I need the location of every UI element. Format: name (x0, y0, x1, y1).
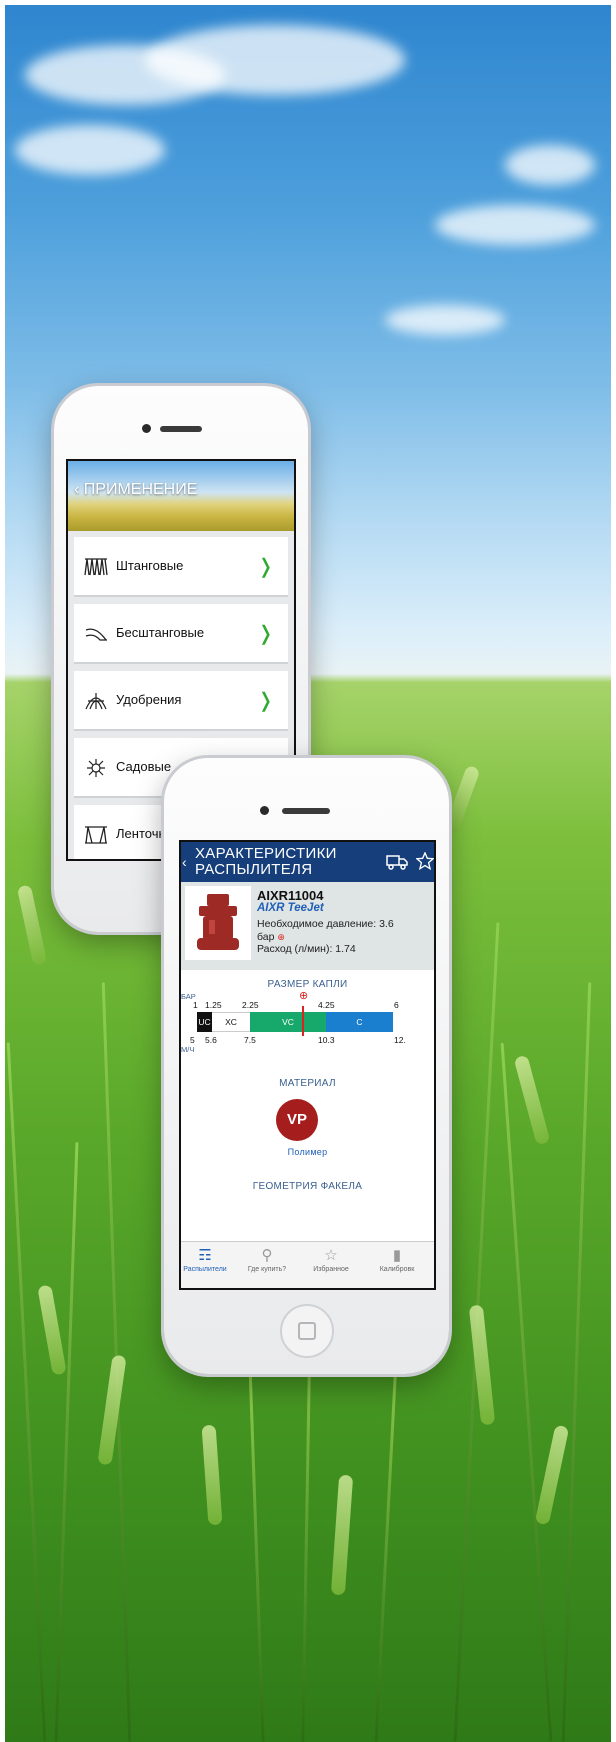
page-title[interactable]: ‹ ПРИМЕНЕНИЕ (74, 481, 197, 499)
list-item-boomless[interactable]: Бесштанговые ❭ (74, 604, 288, 664)
speed-tick: 5.6 (205, 1035, 217, 1045)
list-item-label: Штанговые (116, 558, 184, 573)
title-line-2: РАСПЫЛИТЕЛЯ (195, 861, 313, 878)
nozzle-brand[interactable]: AIXR TeeJet (257, 902, 324, 914)
tab-label: Распылители (183, 1266, 227, 1273)
pressure-tick: 2.25 (242, 1000, 259, 1010)
tab-calibration[interactable]: ▮ Калибровк (367, 1246, 427, 1273)
spray-geometry-title: ГЕОМЕТРИЯ ФАКЕЛА (252, 1181, 363, 1192)
front-phone: ‹ ХАРАКТЕРИСТИКИ РАСПЫЛИТЕЛЯ AIXR11004 A… (164, 758, 449, 1374)
applications-header: ‹ ПРИМЕНЕНИЕ (68, 461, 294, 531)
tab-label: Избранное (313, 1266, 349, 1273)
speed-tick: 12. (394, 1035, 406, 1045)
nozzle-icon: ☶ (198, 1247, 212, 1264)
nozzle-id: AIXR11004 (257, 888, 324, 903)
target-marker-icon: ⊕ (277, 932, 285, 942)
bottom-tab-bar: ☶ Распылители ⚲ Где купить? ☆ Избранное … (181, 1241, 434, 1288)
tab-where-to-buy[interactable]: ⚲ Где купить? (237, 1246, 297, 1273)
product-summary: AIXR11004 AIXR TeeJet Необходимое давлен… (181, 882, 434, 970)
material-name: Полимер (287, 1147, 328, 1157)
nozzle-details-header: ‹ ХАРАКТЕРИСТИКИ РАСПЫЛИТЕЛЯ (181, 842, 434, 882)
chevron-right-icon: ❭ (257, 690, 274, 712)
current-pressure-marker (302, 1006, 304, 1036)
droplet-class-c: C (326, 1012, 393, 1032)
list-item-boom[interactable]: Штанговые ❭ (74, 537, 288, 597)
speed-tick: 7.5 (244, 1035, 256, 1045)
target-marker-icon: ⊕ (299, 990, 309, 1002)
delivery-truck-icon[interactable] (386, 854, 408, 870)
droplet-class-xc: XC (212, 1012, 250, 1032)
speed-tick: 10.3 (318, 1035, 335, 1045)
front-phone-screen: ‹ ХАРАКТЕРИСТИКИ РАСПЫЛИТЕЛЯ AIXR11004 A… (179, 840, 436, 1290)
speed-axis-unit: М/Ч (181, 1045, 195, 1054)
earpiece-speaker (160, 426, 202, 432)
tab-label: Калибровк (379, 1266, 415, 1273)
pressure-unit-row: бар ⊕ (257, 931, 285, 943)
material-badge: VP (276, 1099, 318, 1141)
list-item-label: Бесштанговые (116, 625, 205, 640)
calibration-icon: ▮ (392, 1247, 402, 1264)
boomless-sprayer-icon (85, 628, 107, 641)
header-title-text: ПРИМЕНЕНИЕ (83, 481, 198, 498)
chevron-right-icon: ❭ (257, 623, 274, 645)
droplet-class-uc: UC (197, 1012, 212, 1032)
title-line-1: ХАРАКТЕРИСТИКИ (195, 845, 337, 862)
home-button[interactable] (280, 1304, 334, 1358)
droplet-class-vc: VC (250, 1012, 326, 1032)
front-camera (142, 424, 151, 433)
pressure-tick: 1 (193, 1000, 198, 1010)
pressure-unit: бар (257, 931, 275, 943)
pressure-tick: 1.25 (205, 1000, 222, 1010)
chevron-right-icon: ❭ (257, 556, 274, 578)
earpiece-speaker (282, 808, 330, 814)
favorite-star-icon[interactable] (416, 852, 434, 870)
material-title: МАТЕРИАЛ (279, 1078, 336, 1089)
nozzle-image (185, 886, 251, 960)
star-icon: ☆ (324, 1247, 338, 1264)
front-camera (260, 806, 269, 815)
tab-nozzles[interactable]: ☶ Распылители (181, 1246, 235, 1273)
tab-favorites[interactable]: ☆ Избранное (301, 1246, 361, 1273)
list-item-label: Удобрения (116, 692, 182, 707)
list-item-label: Садовые (116, 759, 172, 774)
back-chevron-icon[interactable]: ‹ (182, 854, 187, 870)
required-pressure: Необходимое давление: 3.6 (257, 918, 394, 930)
speed-tick: 5 (190, 1035, 195, 1045)
tab-label: Где купить? (247, 1266, 287, 1273)
list-item-label: Ленточн (116, 826, 166, 841)
boom-sprayer-icon (84, 558, 108, 576)
band-spray-icon (85, 826, 107, 844)
pressure-tick: 4.25 (318, 1000, 335, 1010)
location-pin-icon: ⚲ (261, 1247, 273, 1264)
orchard-icon (87, 759, 105, 777)
flow-rate: Расход (л/мин): 1.74 (257, 943, 356, 955)
pressure-tick: 6 (394, 1000, 399, 1010)
fertilizer-icon (85, 693, 107, 710)
list-item-fertilizer[interactable]: Удобрения ❭ (74, 671, 288, 731)
page-title: ХАРАКТЕРИСТИКИ РАСПЫЛИТЕЛЯ (195, 846, 337, 878)
